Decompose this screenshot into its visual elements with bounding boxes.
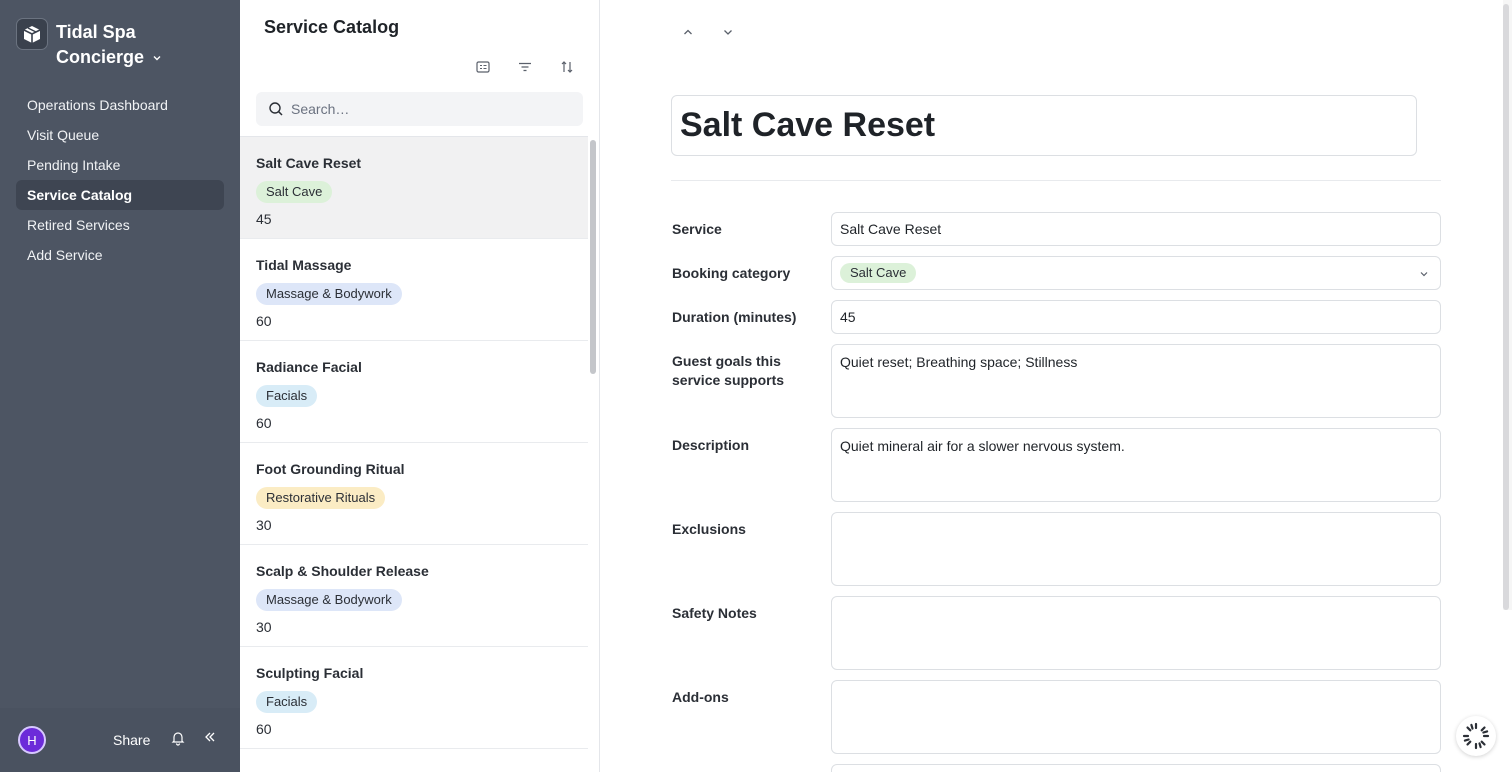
record-title-field[interactable]: Salt Cave Reset bbox=[671, 95, 1417, 156]
workspace-name-line2: Concierge bbox=[56, 47, 145, 67]
category-badge: Massage & Bodywork bbox=[256, 589, 402, 611]
list-item[interactable]: Salt Cave Reset Salt Cave 45 bbox=[240, 137, 588, 239]
sidebar-item-pending-intake[interactable]: Pending Intake bbox=[16, 150, 224, 180]
booking-category-label: Booking category bbox=[672, 265, 791, 281]
category-badge: Massage & Bodywork bbox=[256, 283, 402, 305]
page-title: Salt Cave Reset bbox=[680, 106, 936, 144]
booking-category-badge: Salt Cave bbox=[840, 263, 917, 283]
sidebar-item-visit-queue[interactable]: Visit Queue bbox=[16, 120, 224, 150]
sidebar: Tidal Spa Concierge Operations Dashboard… bbox=[0, 0, 240, 772]
share-button[interactable]: Share bbox=[113, 732, 150, 748]
list-item-name: Salt Cave Reset bbox=[256, 155, 362, 171]
sidebar-item-operations-dashboard[interactable]: Operations Dashboard bbox=[16, 90, 224, 120]
divider bbox=[671, 180, 1441, 181]
workspace-switcher[interactable]: Tidal Spa Concierge bbox=[16, 18, 162, 70]
sort-icon[interactable] bbox=[558, 58, 576, 76]
list-item-name: Radiance Facial bbox=[256, 359, 362, 375]
previous-record-chevron-up-icon[interactable] bbox=[678, 22, 698, 42]
add-ons-field[interactable] bbox=[831, 680, 1441, 754]
description-label: Description bbox=[672, 437, 750, 453]
chevron-down-icon bbox=[1420, 272, 1428, 277]
collapse-sidebar-icon[interactable] bbox=[202, 729, 218, 750]
list-item-duration: 30 bbox=[256, 517, 272, 533]
list-item-duration: 45 bbox=[256, 211, 272, 227]
service-field[interactable]: Salt Cave Reset bbox=[831, 212, 1441, 246]
sidebar-nav: Operations Dashboard Visit Queue Pending… bbox=[16, 90, 224, 270]
list-item-duration: 30 bbox=[256, 619, 272, 635]
list-scrollbar[interactable] bbox=[590, 140, 596, 374]
sidebar-item-service-catalog[interactable]: Service Catalog bbox=[16, 180, 224, 210]
booking-category-select[interactable]: Salt Cave bbox=[831, 256, 1441, 290]
chevron-down-icon bbox=[153, 55, 161, 60]
detail-scrollbar[interactable] bbox=[1503, 4, 1509, 610]
safety-notes-field[interactable] bbox=[831, 596, 1441, 670]
category-badge: Restorative Rituals bbox=[256, 487, 386, 509]
list-item[interactable]: Scalp & Shoulder Release Massage & Bodyw… bbox=[240, 545, 588, 647]
service-detail: Salt Cave Reset Service Salt Cave Reset … bbox=[600, 0, 1512, 772]
search-input[interactable] bbox=[291, 101, 561, 117]
list-item-duration: 60 bbox=[256, 721, 272, 737]
exclusions-label: Exclusions bbox=[672, 521, 746, 537]
safety-notes-label: Safety Notes bbox=[672, 605, 757, 621]
workspace-name-line1: Tidal Spa bbox=[56, 22, 136, 42]
list-item-duration: 60 bbox=[256, 313, 272, 329]
sidebar-footer: H Share bbox=[0, 708, 240, 772]
list-item-name: Foot Grounding Ritual bbox=[256, 461, 405, 477]
description-field[interactable]: Quiet mineral air for a slower nervous s… bbox=[831, 428, 1441, 502]
view-layout-icon[interactable] bbox=[474, 58, 492, 76]
exclusions-field[interactable] bbox=[831, 512, 1441, 586]
list-item[interactable]: Sculpting Facial Facials 60 bbox=[240, 647, 588, 749]
list-item[interactable]: Tidal Massage Massage & Bodywork 60 bbox=[240, 239, 588, 341]
app-logo-icon bbox=[16, 18, 48, 50]
guest-goals-field[interactable]: Quiet reset; Breathing space; Stillness bbox=[831, 344, 1441, 418]
service-list: Salt Cave Reset Salt Cave 45 Tidal Massa… bbox=[240, 136, 588, 749]
sidebar-item-retired-services[interactable]: Retired Services bbox=[16, 210, 224, 240]
category-badge: Facials bbox=[256, 385, 318, 407]
list-item-name: Sculpting Facial bbox=[256, 665, 364, 681]
add-ons-label: Add-ons bbox=[672, 689, 729, 705]
category-badge: Facials bbox=[256, 691, 318, 713]
next-field-partial[interactable] bbox=[831, 764, 1441, 772]
duration-field[interactable]: 45 bbox=[831, 300, 1441, 334]
next-record-chevron-down-icon[interactable] bbox=[718, 22, 738, 42]
loading-spinner-icon[interactable] bbox=[1456, 716, 1496, 756]
guest-goals-label: Guest goals this service supports bbox=[672, 353, 785, 388]
duration-label: Duration (minutes) bbox=[672, 309, 797, 325]
workspace-name: Tidal Spa Concierge bbox=[56, 20, 162, 70]
service-label: Service bbox=[672, 221, 722, 237]
filter-icon[interactable] bbox=[516, 58, 534, 76]
notifications-bell-icon[interactable] bbox=[170, 730, 186, 751]
list-item-name: Scalp & Shoulder Release bbox=[256, 563, 429, 579]
category-badge: Salt Cave bbox=[256, 181, 333, 203]
avatar[interactable]: H bbox=[18, 726, 46, 754]
list-item-name: Tidal Massage bbox=[256, 257, 352, 273]
service-list-panel: Service Catalog Salt Cave Reset Salt Cav… bbox=[240, 0, 600, 772]
list-item[interactable]: Foot Grounding Ritual Restorative Ritual… bbox=[240, 443, 588, 545]
list-title: Service Catalog bbox=[264, 17, 400, 37]
sidebar-item-add-service[interactable]: Add Service bbox=[16, 240, 224, 270]
search-box bbox=[256, 92, 583, 126]
search-icon bbox=[269, 102, 283, 116]
list-item[interactable]: Radiance Facial Facials 60 bbox=[240, 341, 588, 443]
list-item-duration: 60 bbox=[256, 415, 272, 431]
